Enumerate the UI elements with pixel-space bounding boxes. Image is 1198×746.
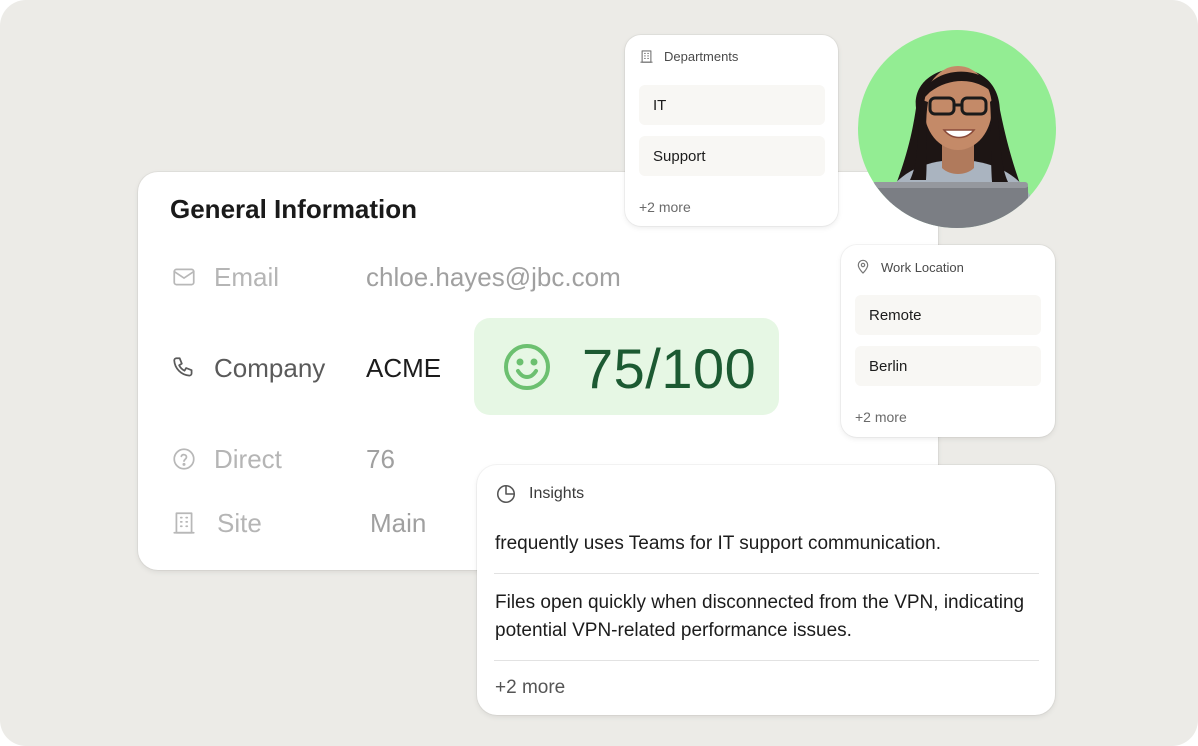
departments-title: Departments bbox=[664, 49, 739, 64]
site-row: Site Main bbox=[170, 508, 426, 538]
departments-card: Departments IT Support +2 more bbox=[625, 35, 838, 226]
email-value[interactable]: chloe.hayes@jbc.com bbox=[366, 262, 621, 293]
insights-card: Insights frequently uses Teams for IT su… bbox=[477, 465, 1055, 715]
insights-title: Insights bbox=[529, 485, 585, 502]
direct-label: Direct bbox=[214, 443, 282, 474]
insight-item: frequently uses Teams for IT support com… bbox=[495, 533, 942, 554]
site-label: Site bbox=[217, 507, 262, 538]
departments-more-link[interactable]: +2 more bbox=[639, 199, 691, 215]
department-item-it[interactable]: IT bbox=[639, 85, 825, 125]
score-value: 75/100 bbox=[582, 337, 757, 400]
divider bbox=[494, 573, 1039, 574]
work-location-title: Work Location bbox=[881, 259, 964, 275]
departments-header: Departments bbox=[639, 49, 738, 64]
help-circle-icon bbox=[170, 445, 198, 473]
page-title: General Information bbox=[170, 194, 418, 224]
insights-more-link[interactable]: +2 more bbox=[495, 677, 565, 699]
site-value: Main bbox=[370, 507, 427, 538]
avatar bbox=[858, 30, 1056, 228]
pie-chart-icon bbox=[497, 484, 516, 503]
department-item-support[interactable]: Support bbox=[639, 136, 825, 176]
work-location-item-remote[interactable]: Remote bbox=[855, 295, 1041, 335]
divider bbox=[494, 660, 1039, 661]
company-label: Company bbox=[214, 352, 326, 383]
work-location-more-link[interactable]: +2 more bbox=[855, 409, 907, 425]
work-location-item-berlin[interactable]: Berlin bbox=[855, 346, 1041, 386]
work-location-header: Work Location bbox=[855, 259, 964, 275]
insight-item: Files open quickly when disconnected fro… bbox=[495, 592, 1025, 641]
company-value: ACME bbox=[366, 352, 442, 383]
building-icon bbox=[640, 50, 653, 63]
score-badge: 75/100 bbox=[474, 318, 779, 415]
map-pin-icon bbox=[857, 259, 869, 274]
direct-row: Direct 76 bbox=[170, 444, 395, 474]
email-label: Email bbox=[214, 261, 280, 292]
work-location-card: Work Location Remote Berlin +2 more bbox=[841, 245, 1055, 437]
direct-value: 76 bbox=[366, 443, 395, 474]
smile-icon bbox=[502, 342, 552, 397]
canvas: General Information Email chloe.hayes@jb… bbox=[0, 0, 1198, 746]
building-icon bbox=[170, 509, 198, 537]
company-row: Company ACME bbox=[170, 353, 441, 383]
mail-icon bbox=[170, 263, 198, 291]
insights-header: Insights bbox=[495, 483, 584, 505]
phone-icon bbox=[170, 354, 198, 382]
email-row: Email chloe.hayes@jbc.com bbox=[170, 262, 621, 292]
